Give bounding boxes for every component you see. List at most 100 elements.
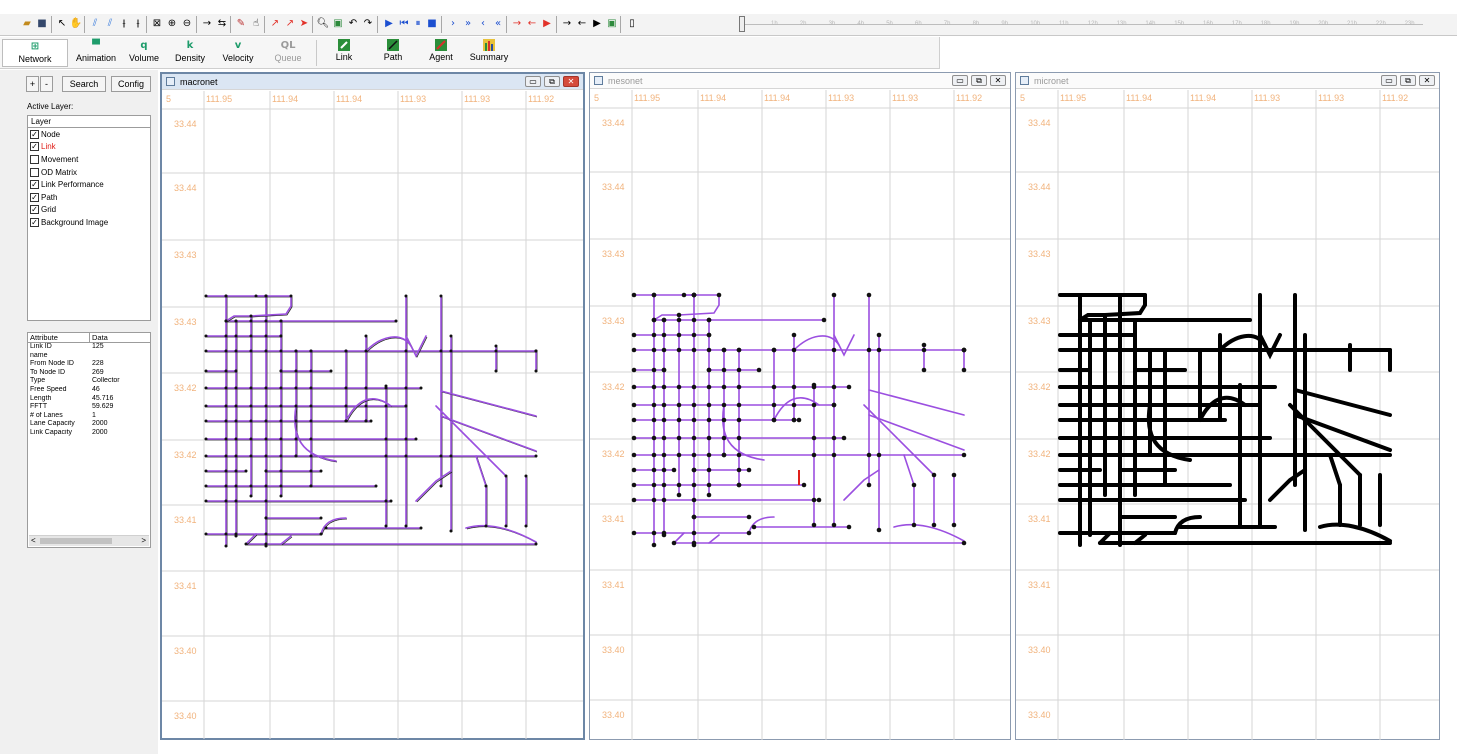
micronet-map[interactable]: 5 111.95 111.94 111.94 111.93 111.93 111.92 33.…	[1016, 90, 1439, 740]
attribute-row[interactable]: To Node ID 269	[28, 369, 150, 378]
minimize-icon[interactable]: ▭	[1381, 75, 1397, 86]
road-curve[interactable]	[250, 295, 292, 317]
network-node[interactable]	[721, 452, 727, 458]
network-node[interactable]	[721, 367, 727, 373]
network-node[interactable]	[791, 402, 797, 408]
network-node[interactable]	[651, 402, 657, 408]
network-node[interactable]	[264, 454, 268, 458]
network-node[interactable]	[249, 319, 253, 323]
network-node[interactable]	[631, 530, 637, 536]
run-icon[interactable]: ▶	[590, 17, 604, 31]
macronet-window[interactable]: macronet ▭ ⧉ ✕ 5 111.95 111.94 111.94 111.93…	[160, 72, 585, 740]
road-curve[interactable]	[708, 534, 720, 544]
undo-icon[interactable]: ↶	[346, 17, 360, 31]
network-node[interactable]	[831, 384, 837, 390]
zoom-in-button[interactable]: +	[26, 76, 39, 92]
layer-checkbox[interactable]: ✓	[30, 129, 39, 139]
network-node[interactable]	[736, 452, 742, 458]
network-node[interactable]	[234, 404, 238, 408]
network-node[interactable]	[404, 454, 408, 458]
network-node[interactable]	[811, 402, 817, 408]
network-node[interactable]	[534, 349, 538, 353]
network-node[interactable]	[691, 417, 697, 423]
network-node[interactable]	[414, 437, 418, 441]
road-curve[interactable]	[1146, 403, 1192, 462]
network-node[interactable]	[736, 402, 742, 408]
network-node[interactable]	[676, 435, 682, 441]
network-node[interactable]	[224, 454, 228, 458]
network-node[interactable]	[706, 384, 712, 390]
network-node[interactable]	[224, 369, 228, 373]
layer-checkbox[interactable]: ✓	[30, 205, 39, 215]
network-node[interactable]	[439, 294, 443, 298]
network-node[interactable]	[721, 347, 727, 353]
network-node[interactable]	[419, 386, 423, 390]
layer-checkbox[interactable]: ✓	[30, 217, 39, 227]
export-icon[interactable]: ▣	[331, 17, 345, 31]
network-node[interactable]	[796, 417, 802, 423]
layer-checkbox[interactable]: ✓	[30, 180, 39, 190]
velocity-button[interactable]: v Velocity	[214, 39, 262, 67]
network-node[interactable]	[651, 482, 657, 488]
network-node[interactable]	[706, 402, 712, 408]
network-node[interactable]	[279, 386, 283, 390]
network-node[interactable]	[691, 482, 697, 488]
minimize-icon[interactable]: ▭	[952, 75, 968, 86]
network-node[interactable]	[309, 404, 313, 408]
network-node[interactable]	[831, 347, 837, 353]
link-button[interactable]: Link	[326, 39, 362, 67]
network-node[interactable]	[661, 467, 667, 473]
network-node[interactable]	[319, 469, 323, 473]
open-file-icon[interactable]: ▰	[20, 17, 34, 31]
network-node[interactable]	[706, 467, 712, 473]
volume-button[interactable]: q Volume	[124, 39, 164, 67]
red-forward-icon[interactable]: →	[510, 17, 524, 31]
road-network[interactable]	[631, 292, 967, 548]
network-node[interactable]	[294, 404, 298, 408]
network-node[interactable]	[661, 384, 667, 390]
network-node[interactable]	[439, 484, 443, 488]
horizontal-scrollbar[interactable]: < >	[29, 535, 149, 546]
network-node[interactable]	[631, 332, 637, 338]
network-node[interactable]	[234, 484, 238, 488]
network-node[interactable]	[309, 386, 313, 390]
network-node[interactable]	[951, 522, 957, 528]
layer-item[interactable]: Movement	[28, 153, 150, 166]
network-node[interactable]	[264, 419, 268, 423]
road-curve[interactable]	[1293, 388, 1392, 417]
network-node[interactable]	[249, 484, 253, 488]
network-node[interactable]	[404, 404, 408, 408]
config-button[interactable]: Config	[111, 76, 151, 92]
network-node[interactable]	[524, 474, 528, 478]
micronet-title-bar[interactable]: micronet ▭ ⧉ ✕	[1016, 73, 1439, 89]
create-oneway-link-icon[interactable]: ⫽	[103, 17, 117, 31]
network-node[interactable]	[661, 332, 667, 338]
road-curve[interactable]	[440, 390, 537, 417]
network-node[interactable]	[631, 417, 637, 423]
network-node[interactable]	[364, 404, 368, 408]
network-node[interactable]	[234, 532, 238, 536]
network-node[interactable]	[449, 349, 453, 353]
network-node[interactable]	[524, 524, 528, 528]
create-link-icon[interactable]: ⫽	[88, 17, 102, 31]
next-icon[interactable]: →	[560, 17, 574, 31]
network-node[interactable]	[661, 417, 667, 423]
network-node[interactable]	[931, 472, 937, 478]
network-node[interactable]	[691, 292, 697, 298]
network-node[interactable]	[631, 497, 637, 503]
layer-item[interactable]: ✓ Link	[28, 141, 150, 154]
road-curve[interactable]	[345, 397, 392, 422]
network-node[interactable]	[691, 402, 697, 408]
network-node[interactable]	[661, 435, 667, 441]
destination-icon[interactable]: ↗	[283, 17, 297, 31]
network-node[interactable]	[384, 454, 388, 458]
network-node[interactable]	[691, 452, 697, 458]
network-node[interactable]	[651, 292, 657, 298]
network-node[interactable]	[389, 499, 393, 503]
network-node[interactable]	[791, 384, 797, 390]
network-node[interactable]	[224, 349, 228, 353]
scroll-right-arrow[interactable]: >	[141, 536, 146, 545]
network-node[interactable]	[721, 384, 727, 390]
network-node[interactable]	[309, 469, 313, 473]
network-node[interactable]	[224, 532, 228, 536]
